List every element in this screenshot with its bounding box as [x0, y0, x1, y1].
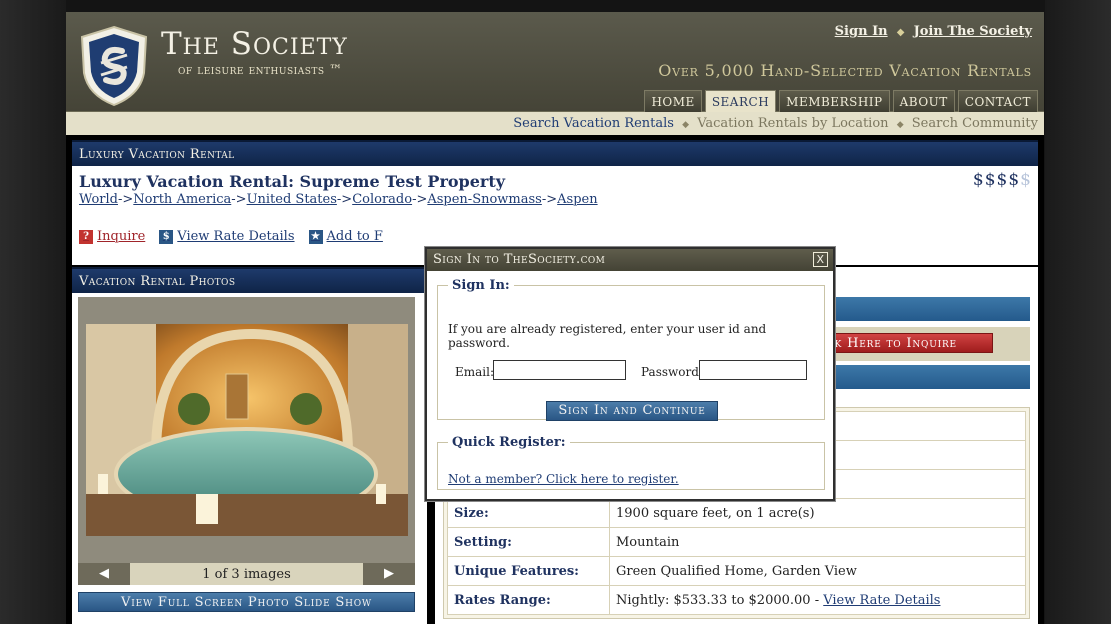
join-society-link[interactable]: Join The Society: [914, 24, 1032, 39]
tagline: Over 5,000 Hand-Selected Vacation Rental…: [658, 61, 1032, 80]
password-label: Password:: [641, 365, 703, 379]
sign-in-link[interactable]: Sign In: [835, 24, 888, 39]
nav-tab-home[interactable]: HOME: [644, 90, 702, 112]
detail-key-size: Size:: [447, 498, 610, 528]
sign-in-and-continue-button[interactable]: Sign In and Continue: [546, 401, 718, 421]
details-row: Size: 1900 square feet, on 1 acre(s): [447, 498, 1026, 528]
site-header: The Society of leisure enthusiasts ™ Sig…: [66, 12, 1044, 112]
question-icon: ?: [79, 229, 93, 244]
property-photo[interactable]: [86, 324, 408, 536]
next-photo-arrow-icon[interactable]: ▶: [363, 563, 415, 585]
inquire-label: Inquire: [97, 229, 146, 244]
site-title[interactable]: The Society: [161, 26, 348, 62]
email-label: Email:: [455, 365, 495, 379]
photo-frame: [78, 297, 415, 563]
details-row: Unique Features: Green Qualified Home, G…: [447, 556, 1026, 586]
close-icon[interactable]: X: [813, 252, 828, 267]
sign-in-legend: Sign In:: [452, 278, 510, 293]
sign-in-instructions: If you are already registered, enter you…: [448, 322, 767, 350]
photos-panel: Vacation Rental Photos ◀ 1 of 3 images ▶…: [72, 267, 427, 624]
star-icon: ★: [308, 229, 323, 244]
breadcrumb-colorado[interactable]: Colorado: [352, 192, 412, 207]
main-nav: HOME SEARCH MEMBERSHIP ABOUT CONTACT: [66, 90, 1044, 112]
breadcrumb-sep: ->: [336, 192, 353, 207]
diamond-icon: ◆: [896, 120, 904, 130]
quick-register-legend: Quick Register:: [452, 435, 566, 450]
detail-key-features: Unique Features:: [447, 556, 610, 586]
detail-value-size: 1900 square feet, on 1 acre(s): [609, 498, 1026, 528]
diamond-icon: ◆: [896, 27, 905, 38]
modal-title-bar: Sign In to TheSociety.com X: [427, 249, 833, 271]
add-to-favorites-link[interactable]: ★ Add to F: [308, 229, 383, 244]
search-vacation-rentals-link[interactable]: Search Vacation Rentals: [513, 116, 674, 131]
view-rate-details-link[interactable]: $ View Rate Details: [159, 229, 295, 244]
nav-tab-contact[interactable]: CONTACT: [957, 90, 1038, 112]
detail-value-setting: Mountain: [609, 527, 1026, 557]
breadcrumb-sep: ->: [118, 192, 134, 207]
sub-nav: Search Vacation Rentals ◆ Vacation Renta…: [66, 112, 1044, 135]
view-rate-details-link-table[interactable]: View Rate Details: [823, 593, 940, 608]
background-right: [1045, 0, 1111, 624]
add-to-favorites-label: Add to F: [326, 229, 383, 244]
rentals-by-location-link[interactable]: Vacation Rentals by Location: [697, 116, 888, 131]
photo-count: 1 of 3 images: [202, 566, 291, 582]
modal-title: Sign In to TheSociety.com: [433, 252, 606, 267]
price-rating-filled: $$$$: [972, 170, 1021, 190]
dollar-icon: $: [159, 229, 174, 244]
detail-value-features: Green Qualified Home, Garden View: [609, 556, 1026, 586]
breadcrumb-united-states[interactable]: United States: [247, 192, 337, 207]
email-field[interactable]: [493, 360, 626, 380]
breadcrumb-north-america[interactable]: North America: [133, 192, 231, 207]
top-links: Sign In ◆ Join The Society: [835, 24, 1032, 39]
prev-photo-arrow-icon[interactable]: ◀: [78, 563, 130, 585]
detail-key-rates: Rates Range:: [447, 585, 610, 615]
breadcrumb-sep: ->: [412, 192, 428, 207]
search-community-link[interactable]: Search Community: [912, 116, 1038, 131]
breadcrumb-aspen[interactable]: Aspen: [557, 192, 597, 207]
page: The Society of leisure enthusiasts ™ Sig…: [66, 12, 1044, 624]
section-title-photos: Vacation Rental Photos: [72, 267, 427, 293]
property-actions: ? Inquire $ View Rate Details ★ Add to F: [79, 229, 383, 244]
price-rating: $$$$$: [973, 170, 1032, 190]
password-field[interactable]: [699, 360, 807, 380]
breadcrumb-sep: ->: [541, 192, 558, 207]
rates-range-text: Nightly: $533.33 to $2000.00 -: [616, 592, 824, 608]
background-left: [0, 0, 66, 624]
view-rate-details-label: View Rate Details: [177, 229, 295, 244]
inquire-link[interactable]: ? Inquire: [79, 229, 145, 244]
diamond-icon: ◆: [682, 120, 690, 130]
nav-tab-about[interactable]: ABOUT: [892, 90, 955, 112]
detail-value-rates: Nightly: $533.33 to $2000.00 - View Rate…: [609, 585, 1026, 615]
detail-key-setting: Setting:: [447, 527, 610, 557]
photo-navigation: ◀ 1 of 3 images ▶: [78, 563, 415, 585]
breadcrumb-sep: ->: [231, 192, 247, 207]
price-rating-empty: $: [1020, 170, 1032, 190]
nav-tab-search[interactable]: SEARCH: [704, 90, 777, 112]
section-title-luxury-rental: Luxury Vacation Rental: [72, 140, 1038, 166]
details-row: Setting: Mountain: [447, 527, 1026, 557]
site-subtitle: of leisure enthusiasts ™: [178, 63, 343, 78]
nav-tab-membership[interactable]: MEMBERSHIP: [779, 90, 890, 112]
quick-register-fieldset: Quick Register: Not a member? Click here…: [437, 435, 825, 490]
slideshow-button[interactable]: View Full Screen Photo Slide Show: [78, 592, 415, 612]
register-link[interactable]: Not a member? Click here to register.: [448, 472, 679, 486]
breadcrumb-world[interactable]: World: [79, 192, 118, 207]
property-title: Luxury Vacation Rental: Supreme Test Pro…: [79, 172, 506, 191]
sign-in-modal: Sign In to TheSociety.com X Sign In: If …: [425, 247, 835, 501]
breadcrumb: World->North America->United States->Col…: [79, 192, 598, 207]
details-row: Rates Range: Nightly: $533.33 to $2000.0…: [447, 585, 1026, 615]
breadcrumb-aspen-snowmass[interactable]: Aspen-Snowmass: [427, 192, 542, 207]
sign-in-fieldset: Sign In: If you are already registered, …: [437, 278, 825, 421]
